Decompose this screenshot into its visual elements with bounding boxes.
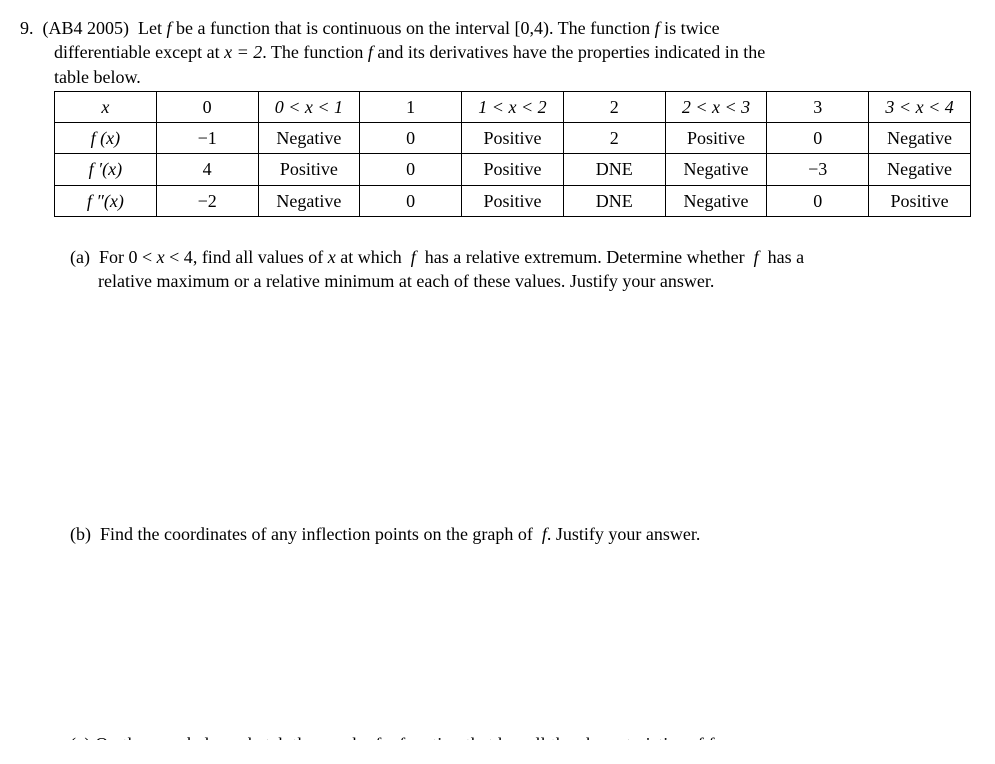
cell: −3 bbox=[767, 154, 869, 185]
cell: Positive bbox=[462, 154, 564, 185]
cell: −1 bbox=[156, 123, 258, 154]
cell: 0 bbox=[156, 91, 258, 122]
stem-text: be a function that is continuous on the … bbox=[172, 18, 515, 38]
cell: Positive bbox=[869, 185, 971, 216]
stem-line-2: differentiable except at x = 2. The func… bbox=[54, 40, 971, 64]
cell: Negative bbox=[869, 123, 971, 154]
cell: Negative bbox=[665, 185, 767, 216]
table-row: x 0 0 < x < 1 1 1 < x < 2 2 2 < x < 3 3 … bbox=[55, 91, 971, 122]
math-f: f bbox=[754, 247, 759, 267]
cell: Positive bbox=[462, 185, 564, 216]
part-text: has a bbox=[763, 247, 804, 267]
workspace-b bbox=[20, 546, 971, 726]
part-a-line2: relative maximum or a relative minimum a… bbox=[98, 269, 971, 293]
cell: Positive bbox=[665, 123, 767, 154]
math-f: f bbox=[411, 247, 416, 267]
cell: Positive bbox=[258, 154, 360, 185]
stem-text: . The function bbox=[262, 42, 368, 62]
table-row: f ′(x) 4 Positive 0 Positive DNE Negativ… bbox=[55, 154, 971, 185]
cell: DNE bbox=[563, 154, 665, 185]
math-x: x bbox=[328, 247, 336, 267]
interval: [0,4) bbox=[514, 18, 549, 38]
part-text: Find the coordinates of any inflection p… bbox=[100, 524, 537, 544]
cell: 0 < x < 1 bbox=[258, 91, 360, 122]
cell: 0 bbox=[767, 185, 869, 216]
part-text: at which bbox=[336, 247, 406, 267]
part-text: For bbox=[99, 247, 129, 267]
cell: f ′(x) bbox=[55, 154, 157, 185]
cell: Negative bbox=[665, 154, 767, 185]
properties-table: x 0 0 < x < 1 1 1 < x < 2 2 2 < x < 3 3 … bbox=[54, 91, 971, 217]
part-text: . Justify your answer. bbox=[547, 524, 700, 544]
cell: 2 < x < 3 bbox=[665, 91, 767, 122]
problem-header: 9. (AB4 2005) Let f be a function that i… bbox=[20, 16, 971, 40]
stem-text: . The function bbox=[549, 18, 655, 38]
cell: 1 < x < 2 bbox=[462, 91, 564, 122]
problem-number: 9. bbox=[20, 18, 34, 38]
cell: 3 bbox=[767, 91, 869, 122]
cutoff-text: (c) On the axes below, sketch the graph … bbox=[70, 732, 971, 740]
cell: 2 bbox=[563, 91, 665, 122]
part-math: 0 < x < 4 bbox=[129, 247, 193, 267]
cell: 3 < x < 4 bbox=[869, 91, 971, 122]
cell: Positive bbox=[462, 123, 564, 154]
workspace-a bbox=[20, 294, 971, 494]
cell: Negative bbox=[258, 123, 360, 154]
stem-text: differentiable except at bbox=[54, 42, 224, 62]
cutoff-line: (c) On the axes below, sketch the graph … bbox=[70, 726, 971, 740]
table-row: f (x) −1 Negative 0 Positive 2 Positive … bbox=[55, 123, 971, 154]
cell: −2 bbox=[156, 185, 258, 216]
cell: Negative bbox=[869, 154, 971, 185]
table-wrapper: x 0 0 < x < 1 1 1 < x < 2 2 2 < x < 3 3 … bbox=[54, 91, 971, 217]
stem-text: is twice bbox=[660, 18, 720, 38]
cell: f (x) bbox=[55, 123, 157, 154]
cell: 4 bbox=[156, 154, 258, 185]
cell: f ″(x) bbox=[55, 185, 157, 216]
cell: Negative bbox=[258, 185, 360, 216]
math-eq: x = 2 bbox=[224, 42, 262, 62]
cell: 2 bbox=[563, 123, 665, 154]
cell: 0 bbox=[360, 123, 462, 154]
cell: x bbox=[55, 91, 157, 122]
table-row: f ″(x) −2 Negative 0 Positive DNE Negati… bbox=[55, 185, 971, 216]
stem-line-3: table below. bbox=[54, 65, 971, 89]
part-text: has a relative extremum. Determine wheth… bbox=[420, 247, 749, 267]
part-text: , find all values of bbox=[193, 247, 328, 267]
problem-source: (AB4 2005) bbox=[43, 18, 130, 38]
cell: 0 bbox=[360, 154, 462, 185]
cell: 0 bbox=[360, 185, 462, 216]
part-label: (b) bbox=[70, 524, 91, 544]
stem-text: Let bbox=[138, 18, 167, 38]
part-label: (a) bbox=[70, 247, 90, 267]
stem-text: and its derivatives have the properties … bbox=[373, 42, 765, 62]
cell: DNE bbox=[563, 185, 665, 216]
part-a: (a) For 0 < x < 4, find all values of x … bbox=[70, 245, 971, 294]
cell: 1 bbox=[360, 91, 462, 122]
part-b: (b) Find the coordinates of any inflecti… bbox=[70, 522, 971, 546]
cell: 0 bbox=[767, 123, 869, 154]
